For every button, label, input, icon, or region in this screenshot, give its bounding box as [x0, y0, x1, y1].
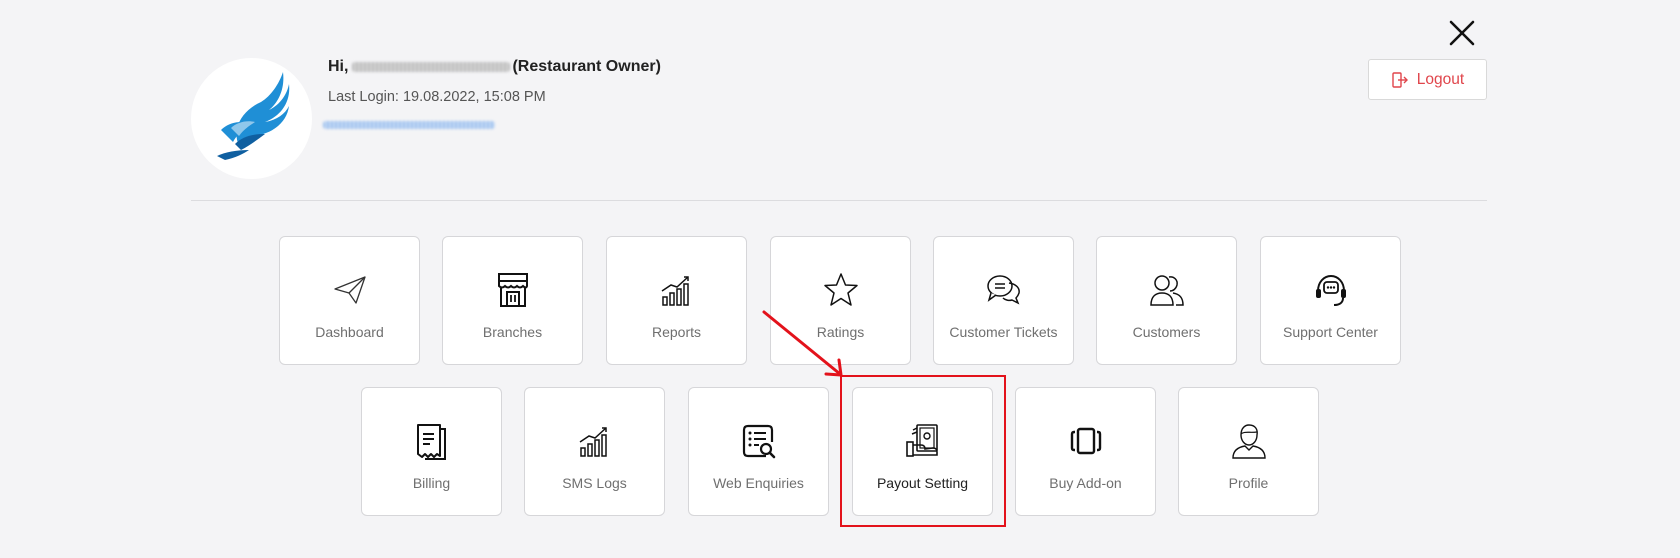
tile-customers[interactable]: Customers: [1096, 236, 1237, 365]
storefront-icon: [497, 273, 528, 307]
paper-plane-icon: [333, 276, 366, 304]
tile-label: Buy Add-on: [1049, 475, 1122, 491]
logout-label: Logout: [1416, 70, 1465, 88]
headset-icon: [1315, 274, 1346, 306]
redacted-user-link[interactable]: [323, 121, 495, 129]
tile-billing[interactable]: Billing: [361, 387, 502, 516]
bar-chart-trend-icon: [661, 276, 689, 306]
close-icon: [1449, 20, 1475, 46]
tile-web-enquiries[interactable]: Web Enquiries: [688, 387, 829, 516]
tile-label: SMS Logs: [562, 475, 627, 491]
users-icon: [1149, 275, 1184, 306]
tile-label: Reports: [651, 324, 702, 340]
tile-label: Dashboard: [315, 324, 384, 340]
tile-support-center[interactable]: Support Center: [1260, 236, 1401, 365]
tile-label: Billing: [412, 475, 451, 491]
tile-buy-add-on[interactable]: Buy Add-on: [1015, 387, 1156, 516]
user-role: (Restaurant Owner): [512, 58, 661, 75]
close-button[interactable]: [1447, 18, 1477, 48]
tile-label: Support Center: [1283, 324, 1378, 340]
greeting: Hi, (Restaurant Owner): [328, 58, 661, 76]
tile-label: Customers: [1132, 324, 1201, 340]
tile-label: Web Enquiries: [713, 475, 804, 491]
redacted-user-name: [352, 62, 511, 72]
greeting-prefix: Hi,: [328, 58, 349, 75]
logout-icon: [1392, 71, 1408, 88]
tile-payout-setting[interactable]: Payout Setting: [852, 387, 993, 516]
list-search-icon: [742, 424, 775, 459]
last-login: Last Login: 19.08.2022, 15:08 PM: [328, 89, 546, 105]
eagle-logo-icon: [217, 72, 290, 160]
tile-ratings[interactable]: Ratings: [770, 236, 911, 365]
tile-label: Ratings: [816, 324, 865, 340]
tile-dashboard[interactable]: Dashboard: [279, 236, 420, 365]
user-profile-icon: [1231, 424, 1266, 459]
tile-profile[interactable]: Profile: [1178, 387, 1319, 516]
tile-label: Branches: [482, 324, 543, 340]
tile-sms-logs[interactable]: SMS Logs: [524, 387, 665, 516]
chat-bubbles-icon: [986, 275, 1020, 305]
tile-reports[interactable]: Reports: [606, 236, 747, 365]
logout-button[interactable]: Logout: [1368, 59, 1487, 100]
header-divider: [191, 200, 1487, 201]
star-icon: [823, 273, 858, 306]
receipt-icon: [416, 424, 446, 460]
tile-branches[interactable]: Branches: [442, 236, 583, 365]
cash-hand-icon: [905, 424, 938, 457]
tile-customer-tickets[interactable]: Customer Tickets: [933, 236, 1074, 365]
card-stack-icon: [1070, 427, 1101, 455]
avatar: [191, 58, 312, 179]
tile-label: Profile: [1228, 475, 1269, 491]
bar-chart-trend-icon: [579, 427, 607, 457]
tile-label: Payout Setting: [876, 475, 969, 491]
tile-label: Customer Tickets: [949, 324, 1058, 340]
